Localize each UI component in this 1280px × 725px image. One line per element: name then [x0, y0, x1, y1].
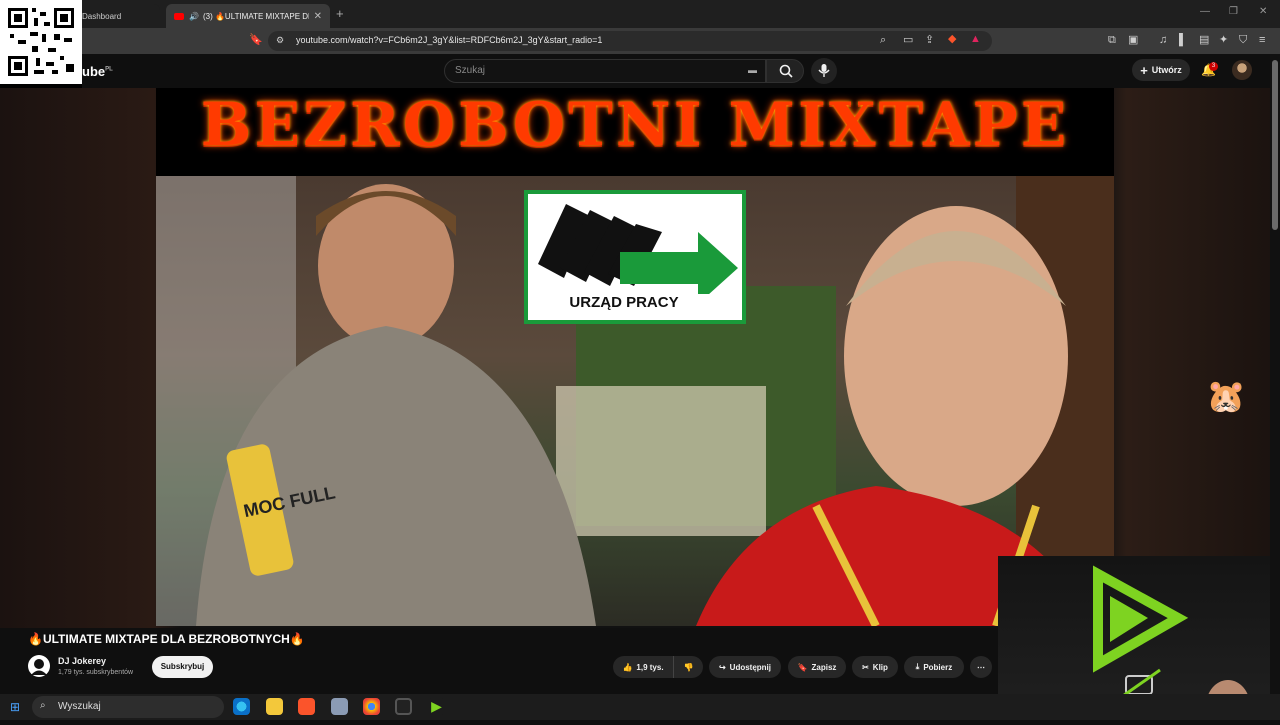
cast-icon[interactable]: ▭ — [903, 35, 913, 46]
search-box[interactable] — [444, 59, 766, 83]
dislike-button[interactable]: 👎 — [673, 656, 703, 678]
tab-youtube[interactable]: 🔊 (3) 🔥ULTIMATE MIXTAPE DLA... ✕ — [166, 4, 330, 28]
video-title: 🔥ULTIMATE MIXTAPE DLA BEZROBOTNYCH🔥 — [28, 632, 305, 646]
bookmark-icon[interactable]: 🔖 — [249, 35, 263, 46]
leo-ai-icon[interactable]: ✦ — [1219, 35, 1228, 46]
edge-icon[interactable] — [233, 698, 250, 715]
search-button[interactable] — [766, 59, 804, 83]
urzad-pracy-emblem — [538, 204, 738, 304]
hamster-sticker-icon: 🐹 — [1206, 378, 1246, 414]
logo-text: ube — [82, 64, 106, 79]
youtube-logo[interactable]: ubePL — [82, 64, 113, 79]
taskbar-search-input[interactable]: Wyszukaj — [58, 701, 101, 712]
scissors-icon: ✂ — [862, 662, 869, 672]
share-page-icon[interactable]: ⇪ — [925, 35, 934, 46]
streaming-app-icon[interactable]: ▶ — [428, 698, 445, 715]
save-label: Zapisz — [811, 662, 837, 672]
vpn-icon[interactable]: ⛉ — [1239, 35, 1247, 46]
close-tab-icon[interactable]: ✕ — [314, 11, 322, 22]
channel-name[interactable]: DJ Jokerey — [58, 656, 106, 666]
share-icon: ↪ — [718, 662, 726, 672]
urzad-pracy-caption: URZĄD PRACY — [569, 294, 679, 311]
audio-playing-icon: 🔊 — [189, 11, 199, 21]
clip-button[interactable]: ✂ Klip — [852, 656, 898, 678]
search-icon: ⌕ — [40, 700, 46, 711]
app-icon[interactable] — [331, 698, 348, 715]
download-icon: ⤓ — [915, 662, 920, 671]
share-label: Udostępnij — [729, 662, 772, 672]
zoom-icon[interactable]: ⌕ — [880, 35, 886, 46]
maximize-button[interactable]: ❐ — [1229, 6, 1238, 17]
file-explorer-icon[interactable] — [266, 698, 283, 715]
like-count: 1,9 tys. — [636, 662, 664, 672]
youtube-favicon-icon — [174, 12, 184, 20]
notification-badge: 3 — [1209, 62, 1218, 71]
wallet-icon[interactable]: ▤ — [1199, 35, 1209, 46]
reader-icon[interactable]: ▣ — [1128, 35, 1138, 46]
search-input[interactable]: Szukaj — [455, 65, 485, 76]
extensions-icon[interactable]: ⧉ — [1108, 35, 1116, 46]
subscribe-button[interactable]: Subskrybuj — [152, 656, 213, 678]
create-label: Utwórz — [1151, 65, 1182, 75]
thumbs-down-icon: 👎 — [683, 662, 694, 672]
obs-icon[interactable] — [395, 698, 412, 715]
minimize-button[interactable]: — — [1200, 6, 1210, 17]
create-button[interactable]: + Utwórz — [1132, 59, 1190, 81]
brave-shields-icon[interactable]: ◆ — [948, 34, 956, 45]
qr-pattern — [6, 6, 76, 78]
media-icon[interactable]: ♫ — [1159, 35, 1167, 46]
brave-rewards-icon[interactable]: ▲ — [970, 34, 981, 45]
new-tab-button[interactable]: + — [336, 6, 344, 21]
channel-avatar[interactable] — [28, 655, 50, 677]
download-label: Pobierz — [923, 662, 953, 672]
save-icon: 🔖 — [797, 662, 808, 672]
thumbs-up-icon: 👍 — [622, 662, 633, 672]
avatar[interactable] — [1232, 60, 1252, 80]
url-text: youtube.com/watch?v=FCb6m2J_3gY&list=RDF… — [296, 35, 603, 45]
windows-start-icon[interactable]: ⊞ — [10, 701, 20, 713]
close-window-button[interactable]: ✕ — [1259, 6, 1267, 17]
download-button[interactable]: ⤓ Pobierz — [904, 656, 964, 678]
tab-label: (3) 🔥ULTIMATE MIXTAPE DLA... — [202, 11, 309, 21]
more-actions-button[interactable]: ⋯ — [970, 656, 992, 678]
chrome-icon[interactable] — [363, 698, 380, 715]
plus-icon: + — [1140, 62, 1148, 78]
sidebar-icon[interactable]: ▌ — [1179, 35, 1187, 46]
more-icon: ⋯ — [977, 662, 985, 672]
channel-subscribers: 1,79 tys. subskrybentów — [58, 669, 134, 676]
tab-label: Dashboard — [82, 11, 122, 21]
site-settings-icon[interactable]: ⚙ — [276, 36, 284, 45]
menu-icon[interactable]: ≡ — [1259, 35, 1265, 46]
search-icon — [779, 64, 793, 78]
microphone-icon — [818, 64, 830, 77]
clip-label: Klip — [872, 662, 888, 672]
save-button[interactable]: 🔖 Zapisz — [788, 656, 846, 678]
share-button[interactable]: ↪ Udostępnij — [709, 656, 781, 678]
voice-search-button[interactable] — [811, 58, 837, 84]
banner-title: BEZROBOTNI MIXTAPE — [200, 90, 1070, 160]
like-button[interactable]: 👍 1,9 tys. — [613, 656, 673, 678]
brave-icon[interactable] — [298, 698, 315, 715]
keyboard-icon[interactable]: ▬ — [748, 66, 757, 75]
logo-country: PL — [105, 66, 113, 73]
scrollbar-thumb[interactable] — [1272, 60, 1278, 230]
